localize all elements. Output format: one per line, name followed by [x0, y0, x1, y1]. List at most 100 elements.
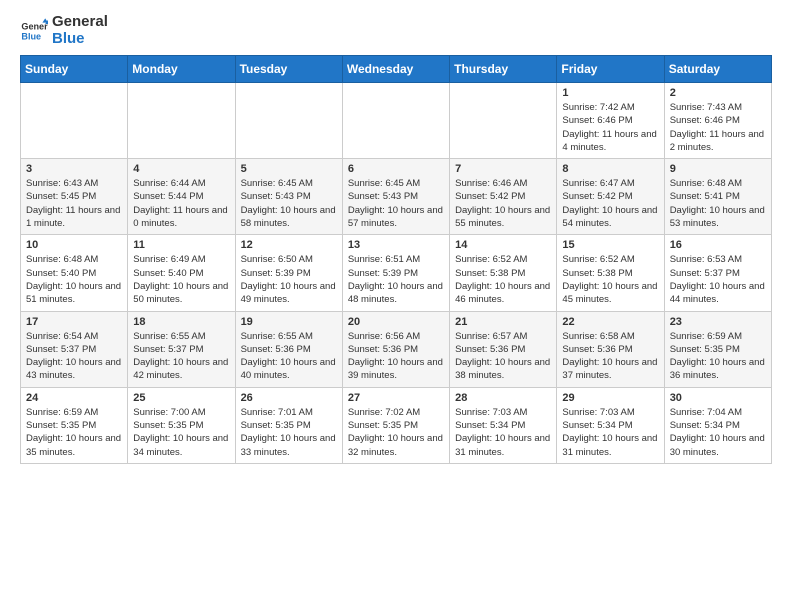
weekday-header: Tuesday — [235, 56, 342, 83]
day-number: 22 — [562, 316, 658, 328]
day-info: Sunrise: 6:54 AM Sunset: 5:37 PM Dayligh… — [26, 330, 122, 383]
calendar-cell: 25 Sunrise: 7:00 AM Sunset: 5:35 PM Dayli… — [128, 387, 235, 463]
calendar-week-row: 3 Sunrise: 6:43 AM Sunset: 5:45 PM Daylig… — [21, 159, 772, 235]
day-info: Sunrise: 6:49 AM Sunset: 5:40 PM Dayligh… — [133, 253, 229, 306]
calendar-cell: 10 Sunrise: 6:48 AM Sunset: 5:40 PM Dayli… — [21, 235, 128, 311]
weekday-header: Wednesday — [342, 56, 449, 83]
day-info: Sunrise: 6:44 AM Sunset: 5:44 PM Dayligh… — [133, 177, 229, 230]
calendar-cell: 19Sunrise: 6:55 AM Sunset: 5:36 PM Dayli… — [235, 311, 342, 387]
calendar-cell — [450, 83, 557, 159]
weekday-header: Sunday — [21, 56, 128, 83]
day-info: Sunrise: 6:51 AM Sunset: 5:39 PM Dayligh… — [348, 253, 444, 306]
day-number: 30 — [670, 392, 766, 404]
logo-general: General — [52, 14, 108, 31]
day-info: Sunrise: 6:47 AM Sunset: 5:42 PM Dayligh… — [562, 177, 658, 230]
day-info: Sunrise: 7:03 AM Sunset: 5:34 PM Dayligh… — [562, 406, 658, 459]
calendar-cell: 12 Sunrise: 6:50 AM Sunset: 5:39 PM Dayli… — [235, 235, 342, 311]
day-info: Sunrise: 6:56 AM Sunset: 5:36 PM Dayligh… — [348, 330, 444, 383]
day-info: Sunrise: 6:55 AM Sunset: 5:37 PM Dayligh… — [133, 330, 229, 383]
calendar-cell: 26 Sunrise: 7:01 AM Sunset: 5:35 PM Dayli… — [235, 387, 342, 463]
day-number: 23 — [670, 316, 766, 328]
day-number: 20 — [348, 316, 444, 328]
calendar-cell: 8 Sunrise: 6:47 AM Sunset: 5:42 PM Daylig… — [557, 159, 664, 235]
calendar-cell: 18Sunrise: 6:55 AM Sunset: 5:37 PM Dayli… — [128, 311, 235, 387]
calendar-cell: 4 Sunrise: 6:44 AM Sunset: 5:44 PM Daylig… — [128, 159, 235, 235]
day-info: Sunrise: 6:57 AM Sunset: 5:36 PM Dayligh… — [455, 330, 551, 383]
day-number: 3 — [26, 163, 122, 175]
day-number: 13 — [348, 239, 444, 251]
calendar-cell: 11 Sunrise: 6:49 AM Sunset: 5:40 PM Dayli… — [128, 235, 235, 311]
calendar-cell: 16Sunrise: 6:53 AM Sunset: 5:37 PM Dayli… — [664, 235, 771, 311]
weekday-header: Thursday — [450, 56, 557, 83]
calendar-cell: 23 Sunrise: 6:59 AM Sunset: 5:35 PM Dayli… — [664, 311, 771, 387]
calendar-cell — [128, 83, 235, 159]
calendar-cell: 6 Sunrise: 6:45 AM Sunset: 5:43 PM Daylig… — [342, 159, 449, 235]
calendar-week-row: 17Sunrise: 6:54 AM Sunset: 5:37 PM Dayli… — [21, 311, 772, 387]
calendar-cell: 9 Sunrise: 6:48 AM Sunset: 5:41 PM Daylig… — [664, 159, 771, 235]
calendar-cell: 20 Sunrise: 6:56 AM Sunset: 5:36 PM Dayli… — [342, 311, 449, 387]
day-info: Sunrise: 6:59 AM Sunset: 5:35 PM Dayligh… — [670, 330, 766, 383]
day-number: 26 — [241, 392, 337, 404]
calendar-cell: 17Sunrise: 6:54 AM Sunset: 5:37 PM Dayli… — [21, 311, 128, 387]
calendar-cell — [342, 83, 449, 159]
day-info: Sunrise: 6:43 AM Sunset: 5:45 PM Dayligh… — [26, 177, 122, 230]
calendar-cell: 5 Sunrise: 6:45 AM Sunset: 5:43 PM Daylig… — [235, 159, 342, 235]
day-info: Sunrise: 6:53 AM Sunset: 5:37 PM Dayligh… — [670, 253, 766, 306]
calendar-cell — [21, 83, 128, 159]
day-number: 14 — [455, 239, 551, 251]
calendar-cell: 1 Sunrise: 7:42 AM Sunset: 6:46 PM Daylig… — [557, 83, 664, 159]
calendar-cell: 27 Sunrise: 7:02 AM Sunset: 5:35 PM Dayli… — [342, 387, 449, 463]
day-info: Sunrise: 6:50 AM Sunset: 5:39 PM Dayligh… — [241, 253, 337, 306]
day-number: 15 — [562, 239, 658, 251]
day-number: 9 — [670, 163, 766, 175]
day-info: Sunrise: 7:00 AM Sunset: 5:35 PM Dayligh… — [133, 406, 229, 459]
day-info: Sunrise: 6:52 AM Sunset: 5:38 PM Dayligh… — [455, 253, 551, 306]
day-number: 1 — [562, 87, 658, 99]
day-info: Sunrise: 7:02 AM Sunset: 5:35 PM Dayligh… — [348, 406, 444, 459]
day-info: Sunrise: 6:48 AM Sunset: 5:40 PM Dayligh… — [26, 253, 122, 306]
day-info: Sunrise: 7:01 AM Sunset: 5:35 PM Dayligh… — [241, 406, 337, 459]
day-number: 10 — [26, 239, 122, 251]
day-number: 5 — [241, 163, 337, 175]
day-number: 7 — [455, 163, 551, 175]
day-info: Sunrise: 6:45 AM Sunset: 5:43 PM Dayligh… — [348, 177, 444, 230]
logo: General Blue General Blue — [20, 14, 108, 47]
day-number: 4 — [133, 163, 229, 175]
day-number: 11 — [133, 239, 229, 251]
calendar-week-row: 10 Sunrise: 6:48 AM Sunset: 5:40 PM Dayli… — [21, 235, 772, 311]
logo-icon: General Blue — [20, 17, 48, 45]
day-number: 25 — [133, 392, 229, 404]
day-number: 6 — [348, 163, 444, 175]
calendar-cell: 14 Sunrise: 6:52 AM Sunset: 5:38 PM Dayli… — [450, 235, 557, 311]
day-info: Sunrise: 6:45 AM Sunset: 5:43 PM Dayligh… — [241, 177, 337, 230]
page: General Blue General Blue SundayMondayTu… — [0, 0, 792, 474]
svg-text:Blue: Blue — [21, 31, 41, 41]
calendar-cell: 30 Sunrise: 7:04 AM Sunset: 5:34 PM Dayli… — [664, 387, 771, 463]
calendar-cell: 3 Sunrise: 6:43 AM Sunset: 5:45 PM Daylig… — [21, 159, 128, 235]
day-info: Sunrise: 6:52 AM Sunset: 5:38 PM Dayligh… — [562, 253, 658, 306]
day-number: 27 — [348, 392, 444, 404]
day-info: Sunrise: 6:58 AM Sunset: 5:36 PM Dayligh… — [562, 330, 658, 383]
calendar: SundayMondayTuesdayWednesdayThursdayFrid… — [20, 55, 772, 464]
day-number: 12 — [241, 239, 337, 251]
calendar-cell: 7Sunrise: 6:46 AM Sunset: 5:42 PM Daylig… — [450, 159, 557, 235]
day-info: Sunrise: 6:59 AM Sunset: 5:35 PM Dayligh… — [26, 406, 122, 459]
day-info: Sunrise: 7:43 AM Sunset: 6:46 PM Dayligh… — [670, 101, 766, 154]
header: General Blue General Blue — [20, 10, 772, 47]
calendar-week-row: 1 Sunrise: 7:42 AM Sunset: 6:46 PM Daylig… — [21, 83, 772, 159]
weekday-header: Friday — [557, 56, 664, 83]
day-number: 28 — [455, 392, 551, 404]
svg-text:General: General — [21, 21, 48, 31]
day-info: Sunrise: 7:04 AM Sunset: 5:34 PM Dayligh… — [670, 406, 766, 459]
weekday-header: Saturday — [664, 56, 771, 83]
day-info: Sunrise: 6:48 AM Sunset: 5:41 PM Dayligh… — [670, 177, 766, 230]
weekday-header: Monday — [128, 56, 235, 83]
calendar-cell: 28 Sunrise: 7:03 AM Sunset: 5:34 PM Dayli… — [450, 387, 557, 463]
day-number: 2 — [670, 87, 766, 99]
day-info: Sunrise: 7:42 AM Sunset: 6:46 PM Dayligh… — [562, 101, 658, 154]
day-info: Sunrise: 7:03 AM Sunset: 5:34 PM Dayligh… — [455, 406, 551, 459]
day-number: 8 — [562, 163, 658, 175]
day-info: Sunrise: 6:55 AM Sunset: 5:36 PM Dayligh… — [241, 330, 337, 383]
day-number: 29 — [562, 392, 658, 404]
day-number: 24 — [26, 392, 122, 404]
